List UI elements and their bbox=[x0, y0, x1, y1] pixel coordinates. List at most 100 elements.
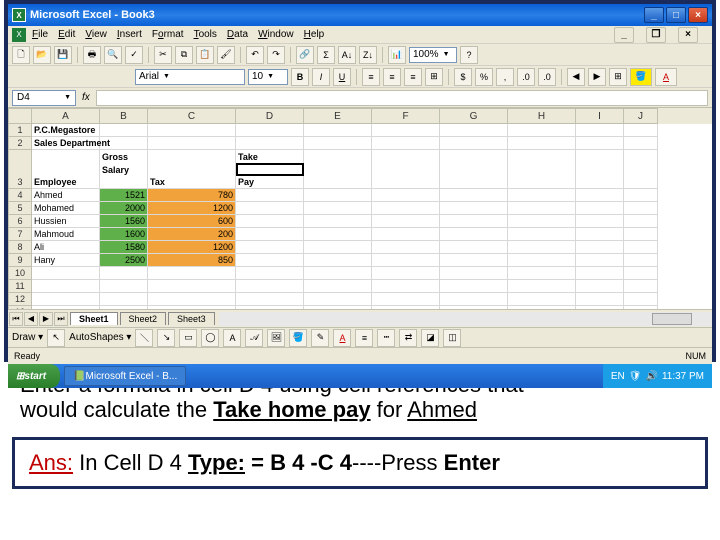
col-header[interactable]: F bbox=[372, 108, 440, 124]
col-header[interactable]: B bbox=[100, 108, 148, 124]
cell[interactable] bbox=[508, 241, 576, 254]
cell[interactable] bbox=[304, 124, 372, 137]
cell[interactable] bbox=[304, 215, 372, 228]
font-color-icon[interactable]: A bbox=[655, 68, 677, 86]
cell[interactable] bbox=[624, 150, 658, 163]
cell[interactable] bbox=[576, 215, 624, 228]
cell[interactable] bbox=[100, 137, 148, 150]
tab-sheet2[interactable]: Sheet2 bbox=[120, 312, 167, 325]
menu-view[interactable]: View bbox=[85, 29, 107, 40]
3d-icon[interactable]: ◫ bbox=[443, 329, 461, 347]
cell[interactable]: Mohamed bbox=[32, 202, 100, 215]
cell[interactable] bbox=[624, 306, 658, 310]
dash-style-icon[interactable]: ┅ bbox=[377, 329, 395, 347]
border-icon[interactable]: ⊞ bbox=[609, 68, 627, 86]
cell[interactable] bbox=[576, 176, 624, 189]
cell[interactable] bbox=[236, 267, 304, 280]
merge-icon[interactable]: ⊞ bbox=[425, 68, 443, 86]
cell[interactable] bbox=[624, 293, 658, 306]
wordart-icon[interactable]: 𝒜 bbox=[245, 329, 263, 347]
cell[interactable] bbox=[148, 280, 236, 293]
col-header[interactable]: A bbox=[32, 108, 100, 124]
row-header[interactable]: 11 bbox=[8, 280, 32, 293]
autoshapes-menu[interactable]: AutoShapes ▾ bbox=[69, 332, 131, 343]
cell[interactable] bbox=[624, 267, 658, 280]
cell[interactable] bbox=[32, 293, 100, 306]
arrow-style-icon[interactable]: ⇄ bbox=[399, 329, 417, 347]
menu-file[interactable]: FFileile bbox=[32, 29, 48, 40]
arrow-icon[interactable]: ↘ bbox=[157, 329, 175, 347]
doc-restore-button[interactable]: ❐ bbox=[646, 27, 666, 43]
cell[interactable]: Hussien bbox=[32, 215, 100, 228]
cell[interactable] bbox=[508, 254, 576, 267]
fx-icon[interactable]: fx bbox=[82, 92, 90, 103]
row-header[interactable] bbox=[8, 150, 32, 163]
open-icon[interactable]: 📂 bbox=[33, 46, 51, 64]
shadow-icon[interactable]: ◪ bbox=[421, 329, 439, 347]
help-icon[interactable]: ? bbox=[460, 46, 478, 64]
cell[interactable] bbox=[576, 306, 624, 310]
cell[interactable] bbox=[236, 189, 304, 202]
italic-button[interactable]: I bbox=[312, 68, 330, 86]
row-header[interactable] bbox=[8, 163, 32, 176]
cell[interactable]: 200 bbox=[148, 228, 236, 241]
cell[interactable]: 1560 bbox=[100, 215, 148, 228]
row-header[interactable]: 4 bbox=[8, 189, 32, 202]
cell[interactable] bbox=[148, 150, 236, 163]
cell[interactable]: 2000 bbox=[100, 202, 148, 215]
formula-bar[interactable] bbox=[96, 90, 708, 106]
row-header[interactable]: 6 bbox=[8, 215, 32, 228]
cell[interactable] bbox=[624, 228, 658, 241]
close-button[interactable]: × bbox=[688, 7, 708, 23]
menu-insert[interactable]: Insert bbox=[117, 29, 142, 40]
cell[interactable]: Home bbox=[236, 163, 304, 176]
cell[interactable] bbox=[576, 150, 624, 163]
col-header[interactable]: I bbox=[576, 108, 624, 124]
percent-icon[interactable]: % bbox=[475, 68, 493, 86]
cell[interactable]: 600 bbox=[148, 215, 236, 228]
system-tray[interactable]: EN 🛡🔊 11:37 PM bbox=[603, 364, 712, 388]
col-header[interactable]: E bbox=[304, 108, 372, 124]
cell[interactable] bbox=[236, 124, 304, 137]
menu-edit[interactable]: Edit bbox=[58, 29, 75, 40]
cell[interactable] bbox=[440, 215, 508, 228]
cell[interactable] bbox=[576, 280, 624, 293]
cell[interactable] bbox=[372, 150, 440, 163]
redo-icon[interactable]: ↷ bbox=[267, 46, 285, 64]
name-box[interactable]: D4▼ bbox=[12, 90, 76, 106]
line-color-icon[interactable]: ✎ bbox=[311, 329, 329, 347]
maximize-button[interactable]: □ bbox=[666, 7, 686, 23]
cell[interactable] bbox=[304, 189, 372, 202]
dec-decimal-icon[interactable]: .0 bbox=[538, 68, 556, 86]
cell[interactable] bbox=[508, 137, 576, 150]
cell[interactable] bbox=[440, 150, 508, 163]
cell[interactable]: Ahmed bbox=[32, 189, 100, 202]
cell[interactable]: Pay bbox=[236, 176, 304, 189]
cell[interactable]: 780 bbox=[148, 189, 236, 202]
spell-icon[interactable]: ✓ bbox=[125, 46, 143, 64]
col-header[interactable]: J bbox=[624, 108, 658, 124]
cell[interactable]: Salary bbox=[100, 163, 148, 176]
row-header[interactable]: 10 bbox=[8, 267, 32, 280]
paste-icon[interactable]: 📋 bbox=[196, 46, 214, 64]
textbox-icon[interactable]: A bbox=[223, 329, 241, 347]
cell[interactable] bbox=[508, 228, 576, 241]
cell[interactable] bbox=[304, 150, 372, 163]
cell[interactable] bbox=[236, 306, 304, 310]
cell[interactable]: Gross bbox=[100, 150, 148, 163]
cell[interactable] bbox=[236, 137, 304, 150]
cell[interactable] bbox=[32, 280, 100, 293]
oval-icon[interactable]: ◯ bbox=[201, 329, 219, 347]
cell[interactable] bbox=[372, 228, 440, 241]
tab-first-icon[interactable]: ⏮ bbox=[9, 312, 23, 326]
cell[interactable] bbox=[236, 228, 304, 241]
cell[interactable] bbox=[508, 189, 576, 202]
cell[interactable] bbox=[236, 254, 304, 267]
cell[interactable] bbox=[624, 163, 658, 176]
cell[interactable] bbox=[372, 280, 440, 293]
cell[interactable] bbox=[440, 202, 508, 215]
cell[interactable]: Tax bbox=[148, 176, 236, 189]
cell[interactable] bbox=[304, 306, 372, 310]
sort-desc-icon[interactable]: Z↓ bbox=[359, 46, 377, 64]
cell[interactable] bbox=[508, 124, 576, 137]
